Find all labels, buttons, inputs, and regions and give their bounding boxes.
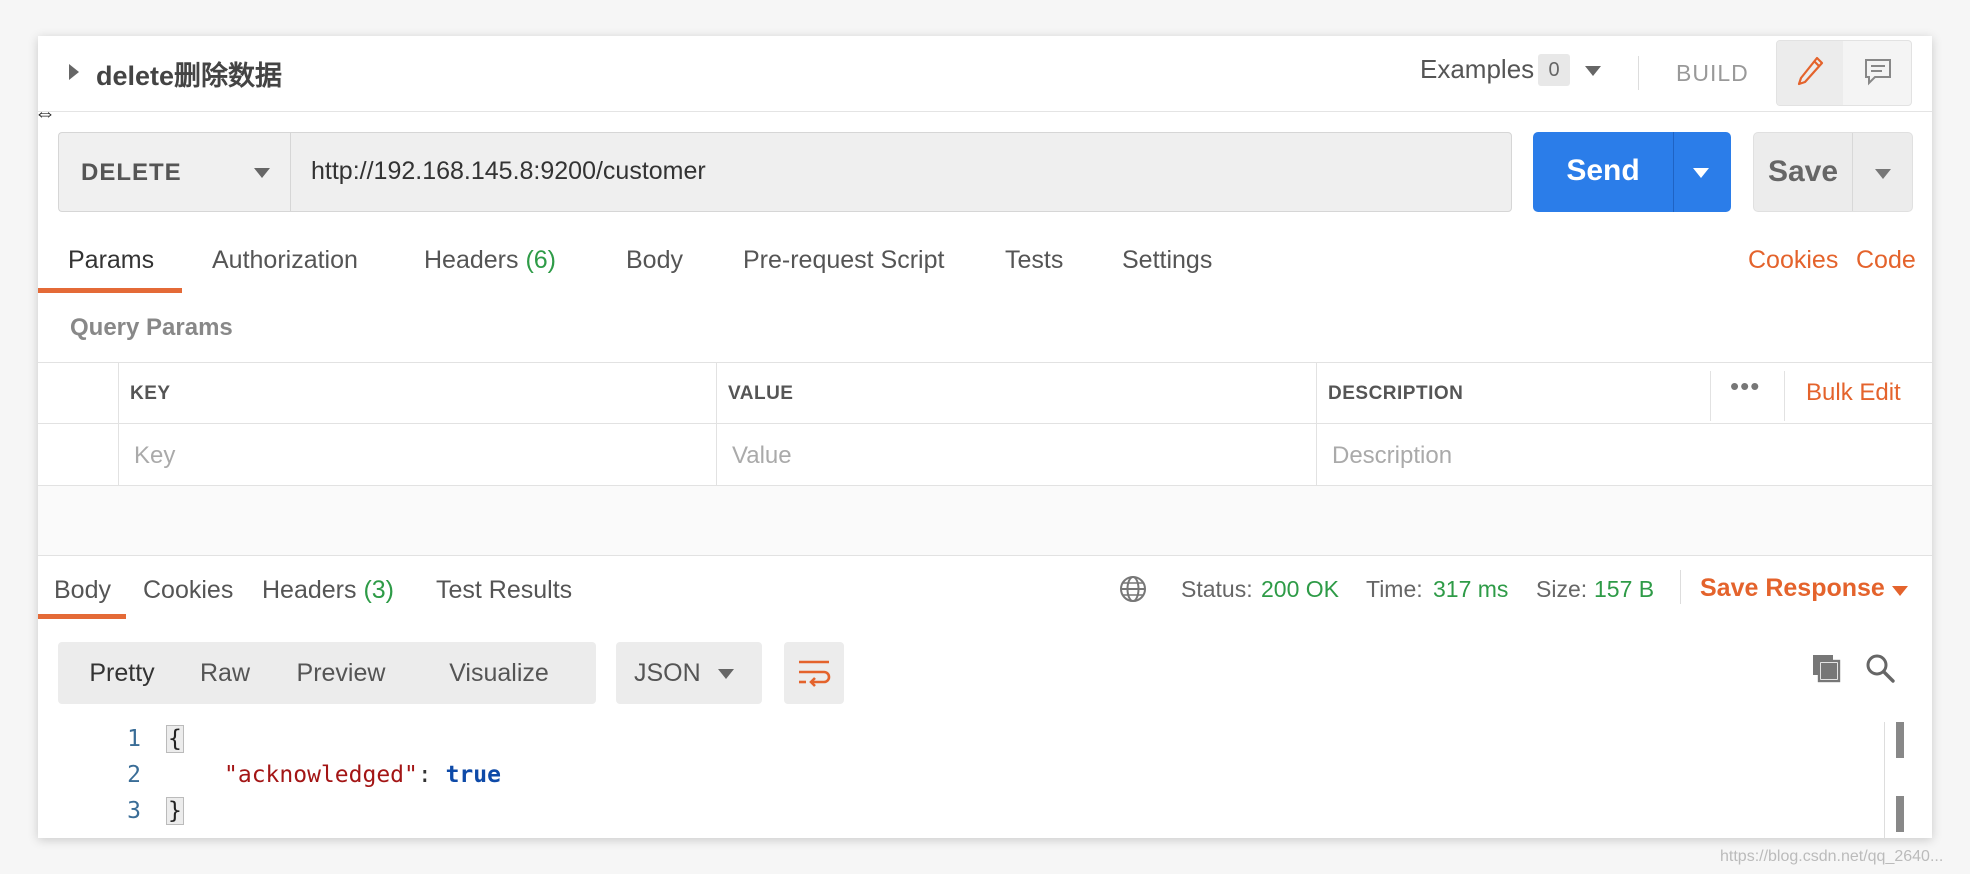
status-label: Status:: [1181, 576, 1253, 602]
json-colon: :: [417, 762, 446, 788]
line-number: 3: [127, 798, 141, 824]
send-button[interactable]: Send: [1533, 132, 1731, 212]
divider: [1680, 570, 1681, 604]
expand-caret-icon[interactable]: [69, 64, 79, 80]
divider: [1852, 133, 1853, 211]
url-input[interactable]: http://192.168.145.8:9200/customer: [290, 132, 1512, 212]
headers-count: (6): [525, 246, 557, 274]
examples-label[interactable]: Examples: [1420, 54, 1534, 85]
response-headers-count: (3): [363, 576, 395, 604]
code-line: }: [166, 797, 184, 825]
view-toggle: [1776, 40, 1912, 106]
cookies-link[interactable]: Cookies: [1748, 246, 1838, 275]
query-params-heading: Query Params: [70, 314, 233, 341]
table-header-row: [38, 363, 1932, 424]
json-key: "acknowledged": [224, 762, 418, 788]
copy-icon[interactable]: [1810, 652, 1842, 684]
pretty-button[interactable]: Pretty: [72, 642, 172, 704]
size-label: Size:: [1536, 576, 1588, 602]
scrollbar-track[interactable]: [1884, 722, 1885, 838]
comment-icon: [1865, 59, 1891, 86]
tab-body[interactable]: Body: [626, 246, 683, 302]
column-divider: [716, 363, 717, 486]
wrap-lines-button[interactable]: [784, 642, 844, 704]
method-select[interactable]: DELETE: [58, 132, 290, 212]
column-header-value: VALUE: [728, 383, 794, 404]
build-button[interactable]: BUILD: [1676, 60, 1749, 87]
language-select[interactable]: JSON: [616, 642, 762, 704]
pencil-icon: [1797, 56, 1824, 86]
tab-pre-request-script[interactable]: Pre-request Script: [743, 246, 944, 302]
column-divider: [118, 363, 119, 486]
examples-dropdown-icon[interactable]: [1585, 66, 1601, 76]
time-value[interactable]: 317 ms: [1433, 576, 1508, 603]
method-value: DELETE: [81, 159, 182, 186]
tab-params[interactable]: Params: [68, 246, 154, 302]
tab-headers[interactable]: Headers (6): [424, 246, 556, 302]
wrap-icon: [799, 660, 831, 687]
save-button[interactable]: Save: [1753, 132, 1913, 212]
globe-icon[interactable]: [1118, 574, 1148, 604]
close-brace: }: [166, 797, 184, 825]
code-link[interactable]: Code: [1856, 246, 1916, 275]
chevron-down-icon: [254, 168, 270, 178]
response-tab-headers[interactable]: Headers (3): [262, 576, 394, 605]
code-line: "acknowledged": true: [224, 762, 501, 788]
save-label: Save: [1767, 155, 1839, 188]
key-input[interactable]: Key: [134, 442, 175, 470]
chevron-down-icon: [718, 669, 734, 679]
divider: [1673, 132, 1674, 212]
active-response-tab-indicator: [38, 614, 126, 619]
value-input[interactable]: Value: [732, 442, 792, 470]
response-tab-cookies[interactable]: Cookies: [143, 576, 233, 605]
response-tab-test-results[interactable]: Test Results: [436, 576, 572, 605]
scrollbar-thumb[interactable]: [1896, 722, 1904, 758]
save-response-chevron-icon[interactable]: [1892, 586, 1908, 596]
tab-tests[interactable]: Tests: [1005, 246, 1063, 302]
column-divider: [1710, 371, 1711, 421]
examples-count-badge: 0: [1538, 54, 1570, 86]
query-params-table: KEY VALUE DESCRIPTION ••• Bulk Edit Key …: [38, 362, 1932, 486]
visualize-button[interactable]: Visualize: [414, 642, 584, 704]
status-value[interactable]: 200 OK: [1261, 576, 1339, 603]
format-mode-group: Pretty Raw Preview Visualize: [58, 642, 596, 704]
time-label: Time:: [1366, 576, 1423, 602]
request-name[interactable]: delete删除数据: [96, 54, 282, 93]
tab-authorization[interactable]: Authorization: [212, 246, 358, 302]
pane-divider[interactable]: [38, 486, 1932, 556]
divider: [1638, 56, 1639, 90]
line-number: 1: [127, 726, 141, 752]
open-brace: {: [166, 725, 184, 753]
request-title-bar: delete删除数据 Examples 0 BUILD: [38, 36, 1932, 112]
search-icon[interactable]: [1864, 652, 1896, 684]
save-options-chevron-icon[interactable]: [1875, 169, 1891, 179]
language-value: JSON: [634, 659, 701, 687]
raw-button[interactable]: Raw: [182, 642, 268, 704]
column-header-description: DESCRIPTION: [1328, 383, 1464, 404]
preview-button[interactable]: Preview: [278, 642, 404, 704]
postman-window: delete删除数据 Examples 0 BUILD DELETE http:…: [38, 36, 1932, 838]
column-divider: [1316, 363, 1317, 486]
bulk-edit-link[interactable]: Bulk Edit: [1806, 379, 1901, 407]
response-tab-body[interactable]: Body: [54, 576, 111, 605]
more-options-icon[interactable]: •••: [1730, 371, 1760, 402]
watermark: https://blog.csdn.net/qq_2640...: [1720, 848, 1944, 865]
scrollbar-thumb[interactable]: [1896, 796, 1904, 832]
tab-settings[interactable]: Settings: [1122, 246, 1212, 302]
line-number: 2: [127, 762, 141, 788]
column-header-key: KEY: [130, 383, 171, 404]
active-tab-indicator: [38, 288, 182, 293]
url-value: http://192.168.145.8:9200/customer: [311, 157, 706, 185]
response-body-editor[interactable]: 1 2 3 { "acknowledged": true }: [38, 722, 1932, 838]
edit-button[interactable]: [1777, 41, 1843, 105]
size-value[interactable]: 157 B: [1594, 576, 1654, 603]
send-label: Send: [1566, 154, 1640, 187]
description-input[interactable]: Description: [1332, 442, 1452, 470]
code-line: {: [166, 725, 184, 753]
json-value: true: [445, 762, 501, 788]
save-response-button[interactable]: Save Response: [1700, 574, 1885, 603]
resize-cursor-icon: ⇔: [34, 100, 56, 125]
send-options-chevron-icon[interactable]: [1693, 168, 1709, 178]
column-divider: [1784, 371, 1785, 421]
